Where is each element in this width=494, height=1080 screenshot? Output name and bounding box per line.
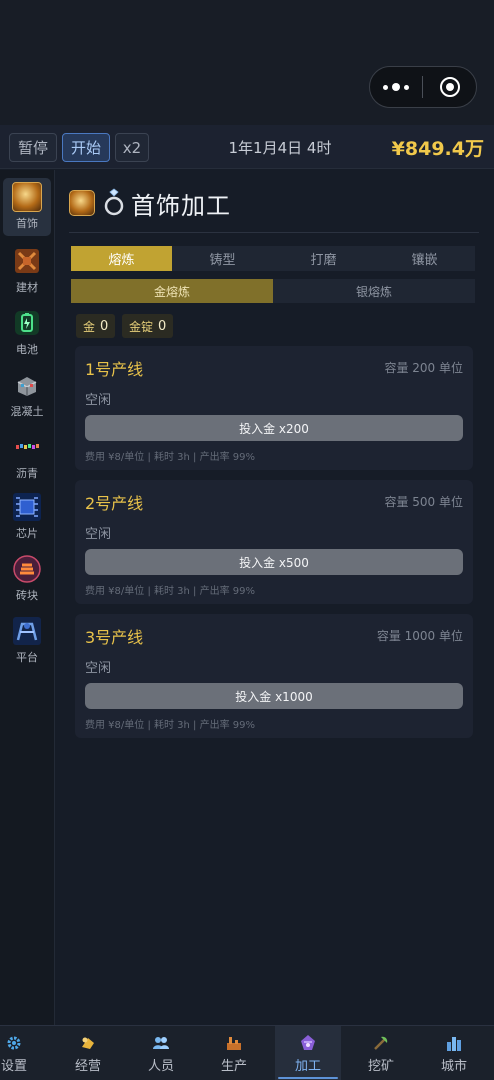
- jewelry-icon: [12, 182, 42, 212]
- line-capacity: 容量 200 单位: [384, 361, 463, 375]
- line-meta: 费用 ¥8/单位 | 耗时 3h | 产出率 99%: [85, 720, 256, 731]
- asphalt-icon: [12, 432, 42, 462]
- line-name: 1号产线: [85, 360, 144, 379]
- line-status: 空闲: [85, 661, 112, 676]
- sidebar-item-label: 沥青: [16, 467, 38, 480]
- sidebar-item-label: 砖块: [16, 589, 38, 602]
- nav-item-processing[interactable]: 加工: [275, 1026, 341, 1080]
- nav-item-city[interactable]: 城市: [421, 1026, 487, 1080]
- miniprogram-capsule: [369, 66, 477, 108]
- line-capacity: 容量 1000 单位: [376, 629, 463, 643]
- concrete-icon: [12, 370, 42, 400]
- sidebar-item-platform[interactable]: 平台: [3, 612, 51, 670]
- sidebar-item-battery[interactable]: 电池: [3, 304, 51, 362]
- platform-icon: [12, 616, 42, 646]
- line-name: 3号产线: [85, 628, 144, 647]
- input-gold-button[interactable]: 投入金 x500: [85, 549, 463, 575]
- sidebar-item-jewelry[interactable]: 首饰: [3, 178, 51, 236]
- battery-icon: [12, 308, 42, 338]
- production-line-card: 2号产线 容量 500 单位 空闲 投入金 x500 费用 ¥8/单位 | 耗时…: [75, 480, 473, 604]
- production-line-card: 1号产线 容量 200 单位 空闲 投入金 x200 费用 ¥8/单位 | 耗时…: [75, 346, 473, 470]
- tab-smelting[interactable]: 熔炼: [71, 246, 172, 271]
- money-display: ¥849.4万: [391, 137, 484, 160]
- inventory-gold-ingot-badge: 金锭 0: [122, 314, 174, 338]
- inventory-label: 金: [83, 319, 96, 334]
- brick-icon: [12, 554, 42, 584]
- nav-item-people[interactable]: 人员: [128, 1026, 194, 1080]
- game-datetime: 1年1月4日 4时: [228, 138, 332, 157]
- tab-casting[interactable]: 铸型: [172, 246, 273, 271]
- tab-polishing[interactable]: 打磨: [273, 246, 374, 271]
- gear-icon: [4, 1033, 24, 1053]
- sidebar-item-concrete[interactable]: 混凝土: [3, 366, 51, 424]
- header-divider: [69, 232, 479, 233]
- main-panel: 首饰加工 熔炼 铸型 打磨 镶嵌 金熔炼 银熔炼 金 0 金锭 0 1号产线 容…: [56, 170, 494, 1025]
- processing-icon: [298, 1033, 318, 1053]
- building-material-icon: [12, 246, 42, 276]
- page-title: 首饰加工: [131, 191, 231, 220]
- inventory-value: 0: [158, 318, 167, 334]
- business-icon: [78, 1033, 98, 1053]
- nav-label: 人员: [147, 1059, 174, 1074]
- subtab-gold-smelting[interactable]: 金熔炼: [71, 279, 273, 303]
- chip-icon: [12, 492, 42, 522]
- target-circle-icon[interactable]: [423, 77, 476, 97]
- people-icon: [151, 1033, 171, 1053]
- line-capacity: 容量 500 单位: [384, 495, 463, 509]
- subtab-silver-smelting[interactable]: 银熔炼: [273, 279, 475, 303]
- input-gold-button[interactable]: 投入金 x1000: [85, 683, 463, 709]
- sidebar-item-label: 建材: [16, 281, 38, 294]
- city-icon: [444, 1033, 464, 1053]
- nav-item-business[interactable]: 经营: [55, 1026, 121, 1080]
- line-name: 2号产线: [85, 494, 144, 513]
- top-bar: 暂停 开始 x2 1年1月4日 4时 ¥849.4万: [0, 125, 494, 169]
- line-meta: 费用 ¥8/单位 | 耗时 3h | 产出率 99%: [85, 586, 256, 597]
- nav-label: 设置: [0, 1059, 27, 1074]
- bottom-nav: 设置 经营 人员 生产 加工 挖矿 城市: [0, 1025, 494, 1080]
- inventory-label: 金锭: [129, 319, 154, 334]
- page-header: 首饰加工: [69, 186, 231, 220]
- inventory-gold-badge: 金 0: [76, 314, 116, 338]
- start-button[interactable]: 开始: [62, 133, 110, 162]
- input-gold-button[interactable]: 投入金 x200: [85, 415, 463, 441]
- material-subtabs: 金熔炼 银熔炼: [71, 279, 475, 303]
- sidebar-item-building-material[interactable]: 建材: [3, 242, 51, 300]
- nav-label: 生产: [220, 1059, 247, 1074]
- nav-label: 加工: [294, 1059, 321, 1074]
- mining-icon: [371, 1033, 391, 1053]
- sidebar-item-chip[interactable]: 芯片: [3, 488, 51, 546]
- tab-inlaying[interactable]: 镶嵌: [374, 246, 475, 271]
- nav-item-settings[interactable]: 设置: [0, 1026, 47, 1080]
- sidebar-item-label: 首饰: [16, 217, 38, 230]
- process-tabs: 熔炼 铸型 打磨 镶嵌: [71, 246, 475, 271]
- production-line-card: 3号产线 容量 1000 单位 空闲 投入金 x1000 费用 ¥8/单位 | …: [75, 614, 473, 738]
- sidebar-item-brick[interactable]: 砖块: [3, 550, 51, 608]
- sidebar-item-label: 芯片: [16, 527, 38, 540]
- line-meta: 费用 ¥8/单位 | 耗时 3h | 产出率 99%: [85, 452, 256, 463]
- line-status: 空闲: [85, 393, 112, 408]
- category-sidebar: 首饰 建材 电池 混凝土 沥青 芯片 砖块 平台: [0, 170, 55, 1025]
- sidebar-item-label: 混凝土: [10, 405, 44, 418]
- speed-button[interactable]: x2: [115, 133, 149, 162]
- factory-icon: [224, 1033, 244, 1053]
- nav-item-production[interactable]: 生产: [201, 1026, 267, 1080]
- line-status: 空闲: [85, 527, 112, 542]
- nav-item-mining[interactable]: 挖矿: [348, 1026, 414, 1080]
- pause-button[interactable]: 暂停: [9, 133, 57, 162]
- status-area: [0, 0, 494, 125]
- nav-label: 挖矿: [367, 1059, 394, 1074]
- inventory-value: 0: [100, 318, 109, 334]
- sidebar-item-asphalt[interactable]: 沥青: [3, 428, 51, 486]
- jewelry-icon: [69, 190, 95, 216]
- sidebar-item-label: 平台: [16, 651, 38, 664]
- ring-icon: [103, 188, 125, 218]
- nav-label: 经营: [74, 1059, 101, 1074]
- nav-label: 城市: [440, 1059, 467, 1074]
- more-dots-icon[interactable]: [370, 83, 422, 91]
- sidebar-item-label: 电池: [16, 343, 38, 356]
